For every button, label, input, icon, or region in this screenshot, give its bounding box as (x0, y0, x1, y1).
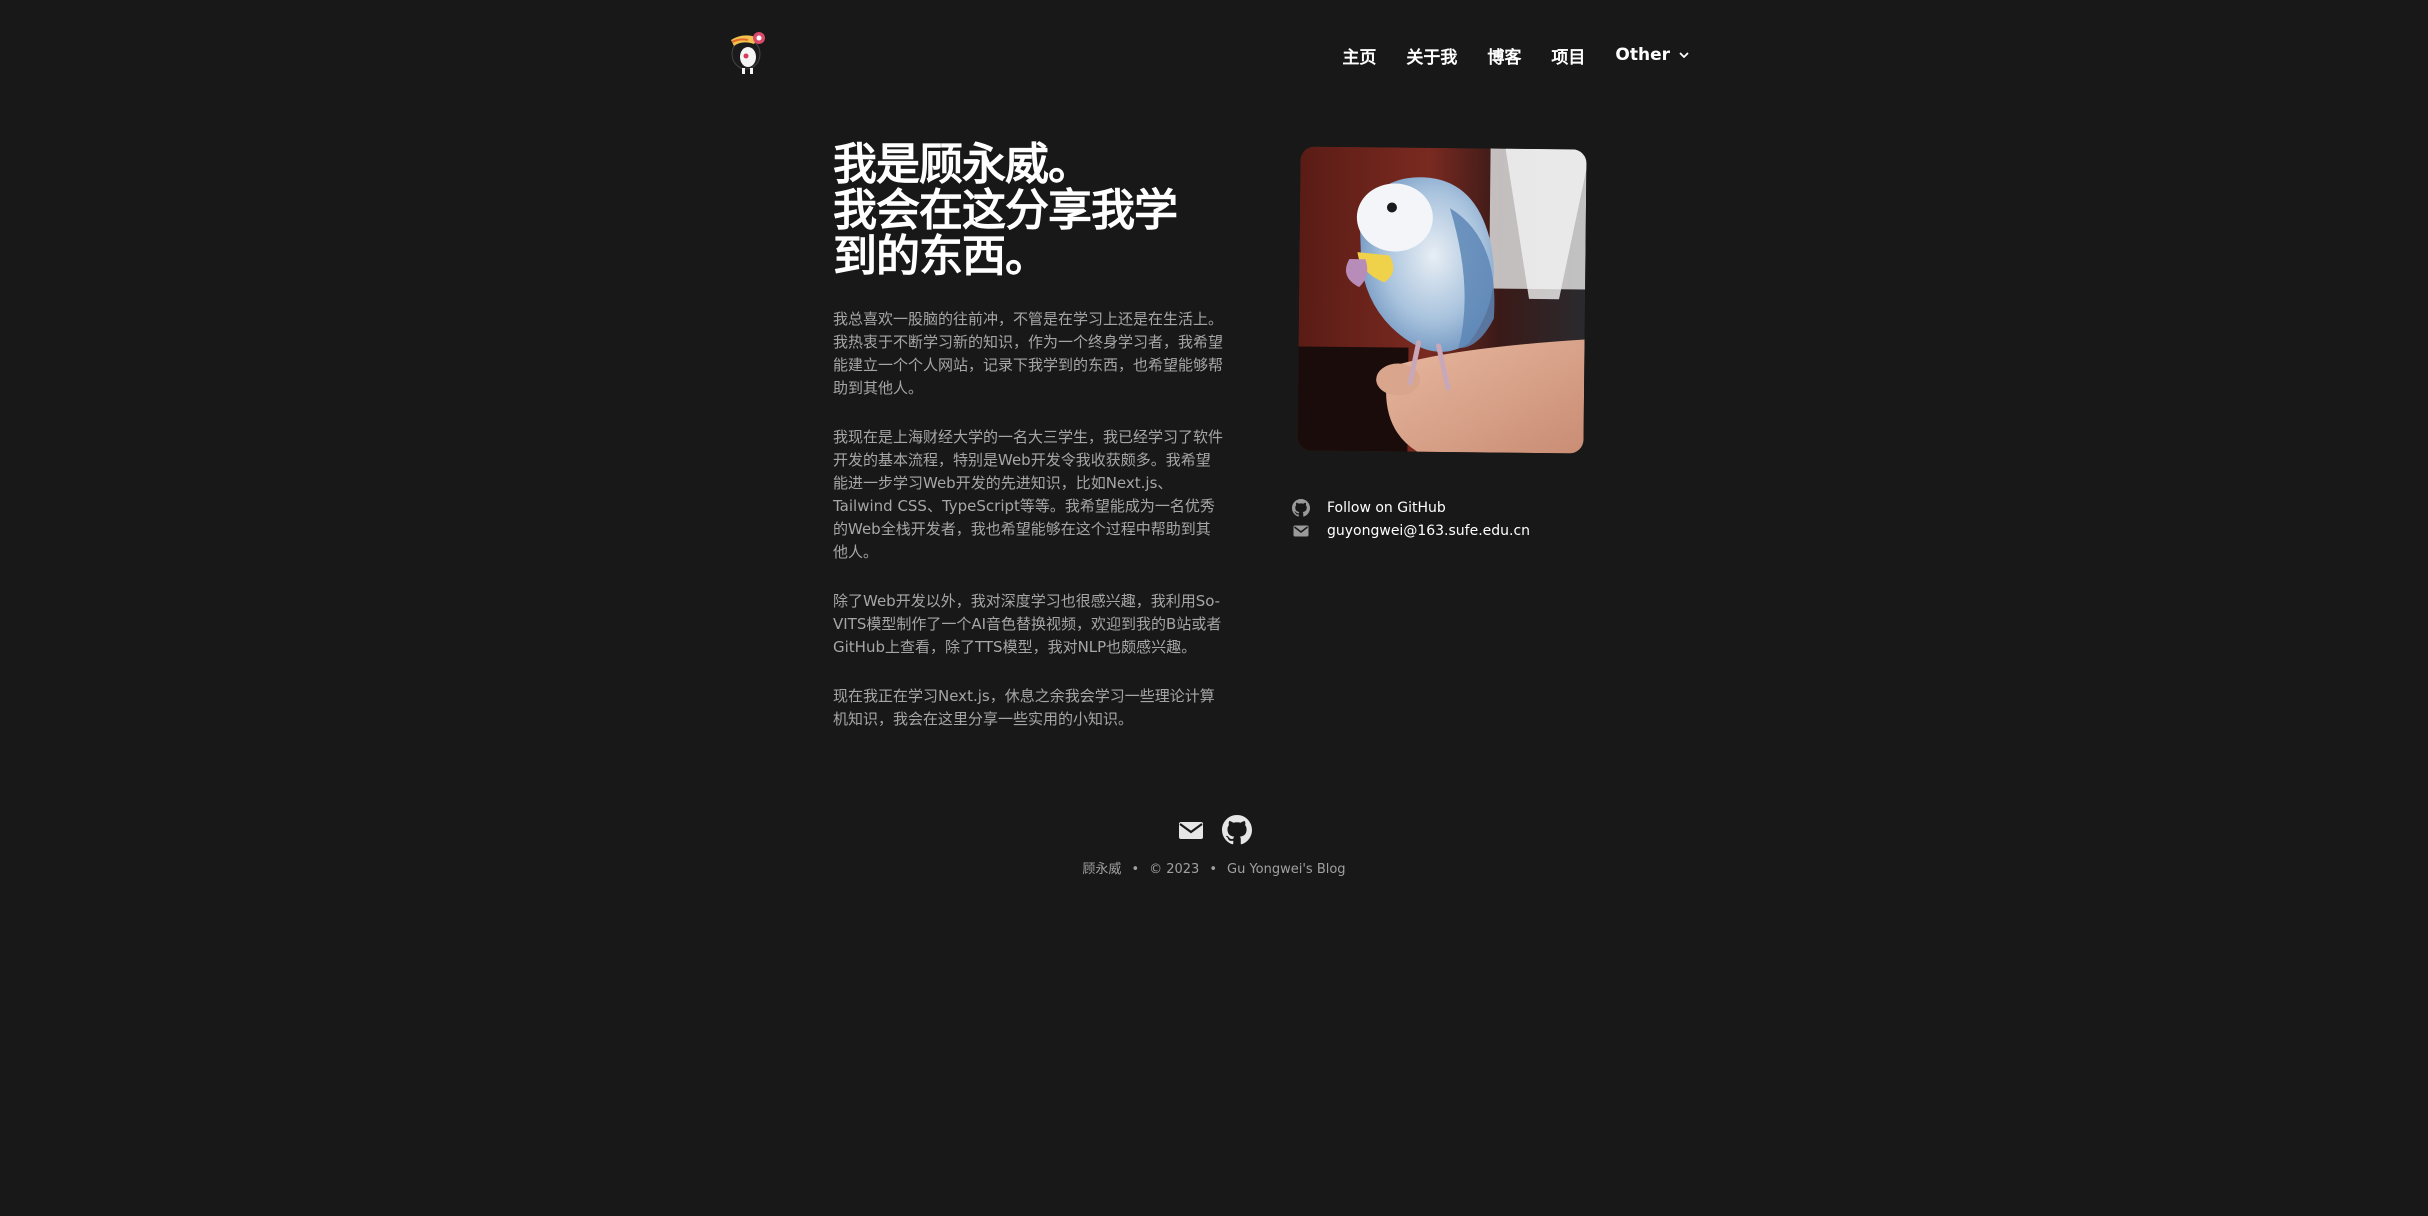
intro-paragraph: 我总喜欢一股脑的往前冲，不管是在学习上还是在生活上。我热衷于不断学习新的知识，作… (833, 310, 1224, 397)
github-link[interactable]: Follow on GitHub (1292, 496, 1530, 519)
site-footer: 顾永威 • © 2023 • Gu Yongwei's Blog (0, 858, 2428, 877)
site-header: 主页 关于我 博客 项目 Other (0, 0, 2428, 110)
footer-author: 顾永威 (1082, 862, 1122, 877)
nav-item-home[interactable]: 主页 (1342, 43, 1376, 68)
footer-site-name: Gu Yongwei's Blog (1227, 862, 1346, 877)
email-link[interactable]: guyongwei@163.sufe.edu.cn (1292, 519, 1530, 542)
intro-paragraph: 除了Web开发以外，我对深度学习也很感兴趣，我利用So-VITS模型制作了一个A… (833, 592, 1222, 656)
nav-item-about[interactable]: 关于我 (1406, 43, 1457, 68)
nav-item-projects[interactable]: 项目 (1551, 43, 1585, 68)
intro-section: 我是顾永威。 我会在这分享我学 到的东西。 我总喜欢一股脑的往前冲，不管是在学习… (833, 142, 1223, 731)
mail-icon[interactable] (1176, 815, 1206, 845)
footer-social-links (1176, 815, 1252, 845)
email-label: guyongwei@163.sufe.edu.cn (1327, 522, 1531, 539)
mail-icon (1293, 525, 1309, 536)
logo-icon[interactable] (726, 30, 772, 76)
profile-photo (1297, 146, 1587, 454)
chevron-down-icon (1679, 52, 1689, 58)
main-nav: 主页 关于我 博客 项目 Other (1312, 40, 1690, 70)
page-title: 我是顾永威。 我会在这分享我学 到的东西。 (833, 139, 1178, 282)
nav-item-blog[interactable]: 博客 (1487, 43, 1521, 68)
footer-separator: • (1209, 862, 1217, 877)
github-label: Follow on GitHub (1327, 499, 1446, 516)
intro-paragraphs: 我总喜欢一股脑的往前冲，不管是在学习上还是在生活上。我热衷于不断学习新的知识，作… (833, 308, 1223, 731)
nav-item-other-dropdown[interactable]: Other (1615, 45, 1690, 65)
contact-links: Follow on GitHub guyongwei@163.sufe.edu.… (1292, 496, 1530, 542)
footer-copyright: © 2023 (1149, 862, 1200, 877)
footer-separator: • (1131, 862, 1140, 877)
intro-paragraph: 我现在是上海财经大学的一名大三学生，我已经学习了软件开发的基本流程，特别是Web… (833, 428, 1224, 561)
intro-paragraph: 现在我正在学习Next.js，休息之余我会学习一些理论计算机知识，我会在这里分享… (833, 687, 1215, 728)
github-icon[interactable] (1222, 815, 1252, 845)
nav-other-label: Other (1615, 45, 1670, 65)
github-icon (1292, 498, 1310, 517)
